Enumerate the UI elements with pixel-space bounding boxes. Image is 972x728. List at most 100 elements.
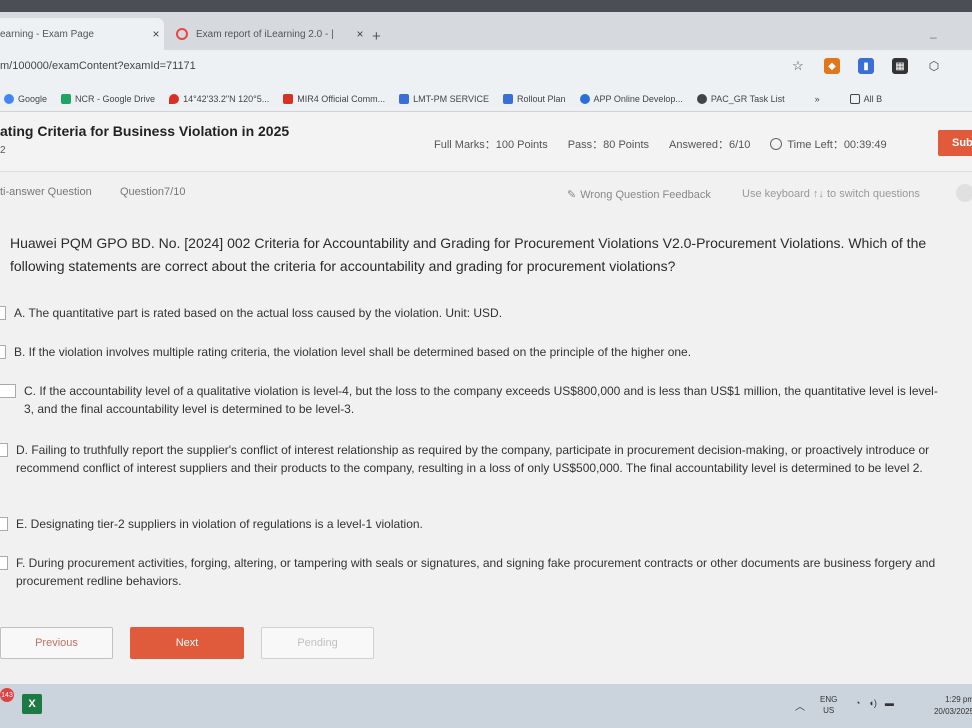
pencil-icon: ✎ — [567, 189, 577, 201]
address-bar: m/100000/examContent?examId=71171 ☆ ◆ ▮ … — [0, 50, 972, 86]
drive-icon — [61, 93, 72, 104]
ilearning-icon — [176, 28, 188, 40]
full-marks: Full Marks：100 Points — [434, 139, 548, 151]
map-pin-icon — [169, 93, 180, 104]
all-bookmarks-button[interactable]: All B — [849, 93, 883, 104]
clock-time: 1:29 pm — [945, 695, 972, 704]
folder-icon — [849, 93, 860, 104]
option-a[interactable]: A. The quantitative part is rated based … — [0, 304, 944, 322]
bookmark-label: All B — [863, 93, 883, 104]
exam-page: ating Criteria for Business Violation in… — [0, 112, 972, 684]
wrong-question-feedback-link[interactable]: ✎ Wrong Question Feedback — [567, 188, 711, 202]
bookmark-map[interactable]: 14°42'33.2"N 120°5... — [169, 93, 270, 104]
option-text: F. During procurement activities, forgin… — [16, 556, 936, 588]
option-checkbox[interactable] — [0, 556, 8, 570]
question-bar: ti-answer Question Question7/10 ✎ Wrong … — [0, 172, 972, 212]
pass-mark: Pass：80 Points — [567, 139, 650, 151]
puzzle-icon[interactable]: ⬡ — [926, 58, 942, 74]
pending-button[interactable]: Pending — [261, 627, 374, 659]
cloud-icon — [579, 93, 590, 104]
bookmark-label: NCR - Google Drive — [75, 93, 156, 104]
exam-subtitle: 2 — [0, 145, 6, 156]
clock-icon — [770, 138, 783, 150]
exam-title: ating Criteria for Business Violation in… — [0, 123, 290, 139]
rollout-icon — [502, 93, 513, 104]
bookmark-label: LMT-PM SERVICE — [413, 93, 489, 104]
tab-exam-page[interactable]: earning - Exam Page × — [0, 18, 164, 50]
previous-button[interactable]: Previous — [0, 627, 113, 659]
google-icon — [4, 93, 14, 104]
question-text: Huawei PQM GPO BD. No. [2024] 002 Criter… — [10, 235, 927, 274]
wifi-icon[interactable]: ◔ — [855, 698, 860, 708]
top-frame — [0, 0, 972, 12]
bookmark-label: MIR4 Official Comm... — [297, 93, 386, 104]
option-text: E. Designating tier-2 suppliers in viola… — [16, 517, 423, 531]
shield-icon[interactable]: ▮ — [858, 58, 874, 74]
language-indicator[interactable]: ENG US — [820, 694, 837, 716]
chevron-up-icon[interactable]: ︿ — [795, 698, 805, 713]
mir4-icon — [283, 93, 294, 104]
next-button[interactable]: Next — [130, 627, 244, 659]
volume-icon[interactable]: ◖) — [868, 698, 876, 708]
answered-count: Answered：6/10 — [669, 139, 751, 151]
bookmark-mir4[interactable]: MIR4 Official Comm... — [283, 93, 386, 104]
notification-badge[interactable]: 143 — [0, 688, 14, 702]
bookmark-label: PAC_GR Task List — [710, 93, 785, 104]
bookmark-google[interactable]: Google — [4, 93, 48, 104]
bookmark-label: Google — [18, 93, 48, 104]
bookmark-app-online[interactable]: APP Online Develop... — [579, 93, 683, 104]
chrome-icon — [696, 93, 707, 104]
side-panel-toggle[interactable] — [956, 184, 972, 202]
extension-app-icon[interactable]: ▦ — [892, 58, 908, 74]
option-c[interactable]: C. If the accountability level of a qual… — [0, 382, 944, 418]
option-d[interactable]: D. Failing to truthfully report the supp… — [0, 441, 946, 477]
time-left: Time Left：00:39:49 — [770, 136, 887, 152]
clock-date: 20/03/2025 — [933, 707, 972, 716]
battery-icon[interactable]: ▬ — [885, 698, 894, 708]
option-checkbox[interactable] — [0, 517, 8, 531]
bookmark-lmt[interactable]: LMT-PM SERVICE — [399, 93, 489, 104]
bookmark-rollout[interactable]: Rollout Plan — [502, 93, 566, 104]
submit-button[interactable]: Sub — [938, 130, 972, 156]
option-e[interactable]: E. Designating tier-2 suppliers in viola… — [0, 515, 946, 533]
option-b[interactable]: B. If the violation involves multiple ra… — [0, 343, 944, 361]
tab-exam-report[interactable]: Exam report of iLearning 2.0 - | × — [168, 18, 368, 50]
option-f[interactable]: F. During procurement activities, forgin… — [0, 554, 946, 590]
exam-header: ating Criteria for Business Violation in… — [0, 112, 972, 172]
region-code: US — [823, 706, 835, 715]
new-tab-button[interactable]: + — [372, 28, 381, 45]
metamask-icon[interactable]: ◆ — [824, 58, 840, 74]
question-type: ti-answer Question — [0, 186, 92, 198]
keyboard-hint: Use keyboard ↑↓ to switch questions — [742, 188, 920, 200]
option-checkbox[interactable] — [0, 345, 6, 359]
excel-icon[interactable]: X — [22, 694, 42, 714]
option-checkbox[interactable] — [0, 443, 8, 457]
question-number: Question7/10 — [120, 186, 186, 198]
tab-title: Exam report of iLearning 2.0 - | — [196, 28, 334, 40]
tab-bar: earning - Exam Page × Exam report of iLe… — [0, 12, 972, 50]
system-tray: ◔ ◖) ▬ — [855, 698, 894, 708]
option-checkbox[interactable] — [0, 306, 6, 320]
bookmark-label: APP Online Develop... — [593, 93, 683, 104]
option-checkbox[interactable] — [0, 384, 16, 398]
close-icon[interactable]: × — [352, 27, 368, 41]
close-icon[interactable]: × — [148, 27, 164, 41]
taskbar: 143 X ︿ ENG US ◔ ◖) ▬ 1:29 pm 20/03/2025 — [0, 684, 972, 728]
minimize-button[interactable]: – — [930, 30, 937, 44]
tab-title: earning - Exam Page — [0, 28, 94, 40]
bookmark-label: 14°42'33.2"N 120°5... — [183, 93, 270, 104]
option-text: C. If the accountability level of a qual… — [24, 384, 938, 416]
option-text: D. Failing to truthfully report the supp… — [16, 443, 930, 475]
option-text: A. The quantitative part is rated based … — [14, 306, 503, 320]
option-text: B. If the violation involves multiple ra… — [14, 345, 692, 359]
bookmark-drive[interactable]: NCR - Google Drive — [61, 93, 156, 104]
bookmark-pac-gr[interactable]: PAC_GR Task List — [696, 93, 785, 104]
more-bookmarks-button[interactable]: » — [815, 94, 820, 104]
time-left-value: Time Left：00:39:49 — [787, 139, 887, 151]
url-field[interactable]: m/100000/examContent?examId=71171 — [0, 60, 196, 72]
lmt-icon — [399, 93, 410, 104]
star-icon[interactable]: ☆ — [790, 58, 806, 74]
system-clock[interactable]: 1:29 pm 20/03/2025 — [922, 694, 972, 718]
language-code: ENG — [820, 695, 838, 704]
exam-stats: Full Marks：100 Points Pass：80 Points Ans… — [434, 136, 887, 152]
